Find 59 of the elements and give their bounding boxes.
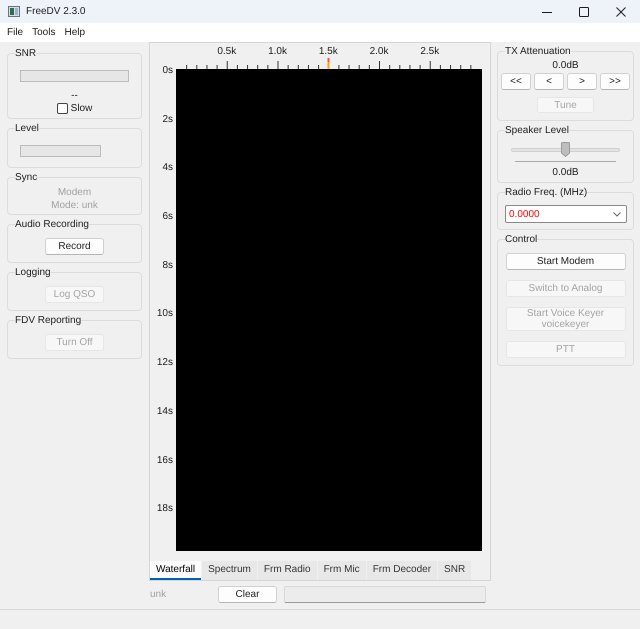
slider-thumb[interactable] xyxy=(561,142,570,157)
time-label: 12s xyxy=(156,356,173,370)
step-button[interactable]: > xyxy=(567,73,597,90)
chevron-down-icon xyxy=(613,212,621,216)
time-label: 8s xyxy=(162,258,173,273)
time-label: 6s xyxy=(162,210,173,224)
frequency-label: 1.0k xyxy=(268,45,287,58)
status-text: unk xyxy=(150,588,166,601)
menu-item[interactable]: File xyxy=(7,26,24,39)
tab[interactable]: SNR xyxy=(438,561,472,580)
group-title: Audio Recording xyxy=(15,218,89,231)
action-button[interactable]: Record xyxy=(45,238,104,255)
message-field[interactable] xyxy=(284,586,486,603)
window-title: FreeDV 2.3.0 xyxy=(26,5,86,18)
step-button[interactable]: >> xyxy=(600,73,630,90)
group-title: FDV Reporting xyxy=(15,314,82,327)
close-icon[interactable] xyxy=(616,6,626,16)
tab[interactable]: Spectrum xyxy=(202,561,257,580)
step-button[interactable]: << xyxy=(501,73,531,90)
group-title: Sync xyxy=(15,171,38,184)
marker-icon xyxy=(327,58,330,69)
time-label: 14s xyxy=(156,404,173,419)
app-icon xyxy=(8,6,20,17)
speaker-level-reading: 0.0dB xyxy=(552,166,579,179)
time-label: 10s xyxy=(156,307,173,322)
time-label: 2s xyxy=(162,112,173,127)
tab[interactable]: Frm Mic xyxy=(318,561,366,580)
time-label: 16s xyxy=(156,454,173,468)
frequency-label: 0.5k xyxy=(217,45,236,58)
clear-button[interactable]: Clear xyxy=(218,586,277,603)
group-title: Radio Freq. (MHz) xyxy=(505,186,588,199)
menu-item[interactable]: Help xyxy=(64,26,86,39)
tab[interactable]: Frm Decoder xyxy=(366,561,438,580)
group-title: Logging xyxy=(15,266,51,279)
attenuation-reading: 0.0dB xyxy=(552,59,579,72)
time-label: 4s xyxy=(162,161,173,176)
group-title: Control xyxy=(505,233,538,246)
time-label: 0s xyxy=(162,64,173,78)
frequency-label: 1.5k xyxy=(318,45,338,58)
snr-reading: -- xyxy=(71,90,78,102)
group-title: Speaker Level xyxy=(505,124,569,137)
sync-status-text: Modem xyxy=(58,186,92,199)
time-label: 18s xyxy=(156,502,173,516)
frequency-dropdown[interactable]: 0.0000 xyxy=(505,205,627,223)
group-title: SNR xyxy=(15,47,36,60)
frequency-label: 2.0k xyxy=(370,45,388,58)
control-button[interactable]: Start Modem xyxy=(506,253,626,270)
sync-status-text: Mode: unk xyxy=(51,199,98,212)
group-title: Level xyxy=(15,122,39,135)
maximize-icon[interactable] xyxy=(579,6,589,16)
tab[interactable]: Frm Radio xyxy=(258,561,317,580)
menu-item[interactable]: Tools xyxy=(32,26,56,39)
group-title: TX Attenuation xyxy=(505,45,571,58)
tab[interactable]: Waterfall xyxy=(150,561,202,580)
checkbox[interactable] xyxy=(56,103,68,114)
checkbox-label: Slow xyxy=(70,102,92,115)
step-button[interactable]: < xyxy=(534,73,564,90)
frequency-label: 2.5k xyxy=(420,45,440,58)
slider[interactable] xyxy=(511,142,620,162)
